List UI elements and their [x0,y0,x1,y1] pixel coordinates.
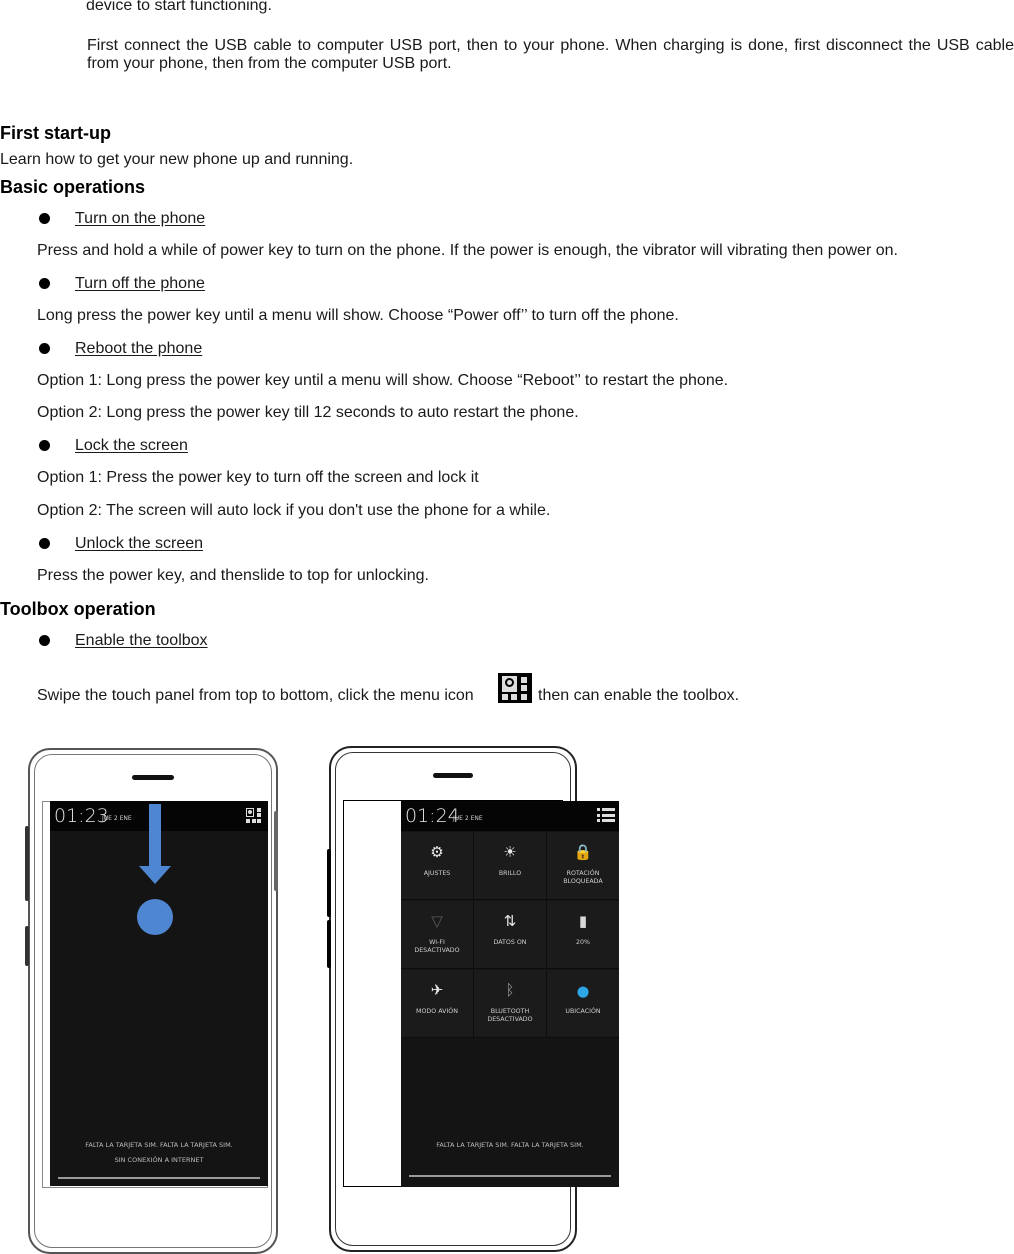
quick-setting-tile[interactable]: ▽ WI-FI DESACTIVADO [401,901,474,969]
tile-label: BRILLO [498,870,522,877]
tile-label: AJUSTES [423,870,451,877]
bullet-icon [39,278,50,289]
item-title-lock: Lock the screen [75,437,188,454]
tile-label: DATOS ON [493,939,527,946]
brightness-icon: ☀ [503,843,517,861]
tile-label: 20% [576,939,590,946]
touch-point-icon [137,899,173,935]
list-view-icon[interactable] [597,808,615,822]
handle-bar [58,1177,260,1179]
power-key [274,811,278,891]
earpiece-speaker [433,773,473,778]
tile-label: WI-FI DESACTIVADO [414,939,460,954]
item-text-turn-off: Long press the power key until a menu wi… [37,307,679,324]
heading-first-startup: First start-up [0,123,112,143]
status-bar: 01:24 JUE 2 ENE [401,801,619,831]
clock: 01:24 [405,805,460,827]
tile-label: BLUETOOTH DESACTIVADO [487,1008,533,1023]
quick-setting-tile[interactable]: ⚙ AJUSTES [401,832,474,900]
item-title-enable-toolbox: Enable the toolbox [75,632,208,649]
clock: 01:23 [54,805,109,827]
heading-basic-operations: Basic operations [0,177,146,197]
quick-settings-screen: 01:24 JUE 2 ENE ⚙ AJUSTES ☀ BRILLO 🔒 ROTACIÓN… [401,801,619,1187]
first-startup-description: Learn how to get your new phone up and r… [0,151,354,168]
item-title-turn-on: Turn on the phone [75,210,206,227]
toolbox-instruction-after-icon: then can enable the toolbox. [538,687,740,704]
quick-settings-menu-icon [498,673,532,703]
tile-label: UBICACIÓN [565,1008,601,1015]
heading-toolbox-operation: Toolbox operation [0,599,156,619]
volume-key [25,826,29,901]
quick-setting-tile[interactable]: ⬤ UBICACIÓN [547,970,619,1038]
intro-tail-text: device to start functioning. [86,0,272,14]
bluetooth-icon: ᛒ [505,981,515,999]
rotation-lock-icon: 🔒 [573,843,593,861]
wifi-icon: ▽ [431,912,443,930]
bullet-icon [39,635,50,646]
quick-setting-tile[interactable]: ✈ MODO AVIÓN [401,970,474,1038]
bullet-icon [39,538,50,549]
volume-key [327,849,331,917]
item-text-reboot-option-1: Option 1: Long press the power key until… [37,372,729,389]
tile-label: MODO AVIÓN [416,1008,458,1015]
item-text-lock-option-1: Option 1: Press the power key to turn of… [37,469,479,486]
bullet-icon [39,213,50,224]
quick-setting-tile[interactable]: ᛒ BLUETOOTH DESACTIVADO [474,970,547,1038]
quick-setting-tile[interactable]: ⇅ DATOS ON [474,901,547,969]
swipe-down-arrowhead-icon [139,866,171,884]
bullet-icon [39,343,50,354]
network-status-line: SIN CONEXIÓN A INTERNET [114,1156,204,1164]
item-title-reboot: Reboot the phone [75,340,203,357]
quick-setting-tile[interactable]: ☀ BRILLO [474,832,547,900]
sim-status-line: FALTA LA TARJETA SIM. FALTA LA TARJETA S… [85,1141,233,1149]
quick-setting-tile[interactable]: 🔒 ROTACIÓN BLOQUEADA [547,832,619,900]
airplane-icon: ✈ [430,981,444,999]
earpiece-speaker [132,775,174,780]
date: JUE 2 ENE [453,815,483,822]
phone-illustration-swipe-down: 01:23 JUE 2 ENE FALTA LA TARJETA SIM. FA… [25,746,282,1254]
tile-label: ROTACIÓN BLOQUEADA [563,870,603,885]
item-text-reboot-option-2: Option 2: Long press the power key till … [37,404,579,421]
battery-icon: ▮ [578,912,588,930]
bullet-icon [39,440,50,451]
side-key [25,926,29,966]
quick-setting-tile[interactable]: ▮ 20% [547,901,619,969]
item-title-unlock: Unlock the screen [75,535,204,552]
date: JUE 2 ENE [102,815,132,822]
handle-bar [409,1175,611,1177]
sim-status-line: FALTA LA TARJETA SIM. FALTA LA TARJETA S… [436,1141,584,1149]
side-key [327,920,331,968]
swipe-down-arrow-icon [149,804,161,868]
quick-settings-menu-icon[interactable] [246,808,262,824]
item-text-unlock: Press the power key, and thenslide to to… [37,567,429,584]
data-arrows-icon: ⇅ [503,912,517,930]
toolbox-instruction-before-icon: Swipe the touch panel from top to bottom… [37,687,474,704]
item-text-lock-option-2: Option 2: The screen will auto lock if y… [37,502,551,519]
item-title-turn-off: Turn off the phone [75,275,205,292]
item-text-turn-on: Press and hold a while of power key to t… [37,242,898,259]
gear-icon: ⚙ [430,843,444,861]
location-pin-icon: ⬤ [576,985,590,998]
usb-charging-paragraph: First connect the USB cable to computer … [87,37,1014,72]
